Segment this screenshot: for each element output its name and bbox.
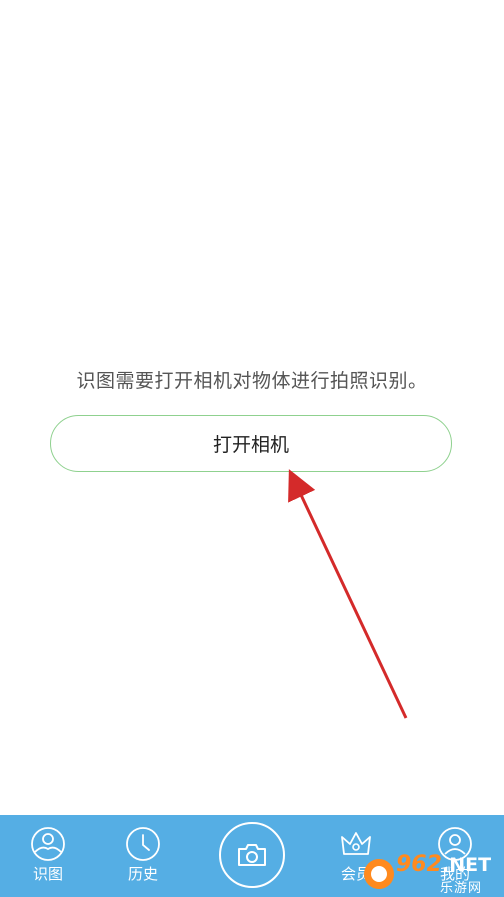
tab-history-label: 历史 (127, 865, 158, 883)
watermark-suffix: .NET (442, 854, 492, 876)
open-camera-button[interactable]: 打开相机 (50, 415, 452, 472)
tab-recognize-label: 识图 (32, 865, 63, 883)
photo-recognize-icon (31, 827, 65, 861)
tab-history[interactable]: 历史 (108, 815, 178, 897)
camera-permission-message: 识图需要打开相机对物体进行拍照识别。 (76, 370, 428, 392)
page: 识图需要打开相机对物体进行拍照识别。 打开相机 识图 历史 会员 我的 962 … (0, 0, 504, 897)
watermark-number: 962 (396, 852, 442, 877)
watermark-logo-icon (364, 859, 394, 889)
camera-icon (238, 844, 266, 866)
watermark-sub: 乐游网 (440, 881, 483, 896)
clock-icon (126, 827, 160, 861)
open-camera-label: 打开相机 (212, 434, 289, 456)
site-watermark: 962 .NET 乐游网 (362, 850, 504, 897)
tab-recognize[interactable]: 识图 (13, 815, 83, 897)
camera-shutter-button[interactable] (219, 822, 285, 888)
